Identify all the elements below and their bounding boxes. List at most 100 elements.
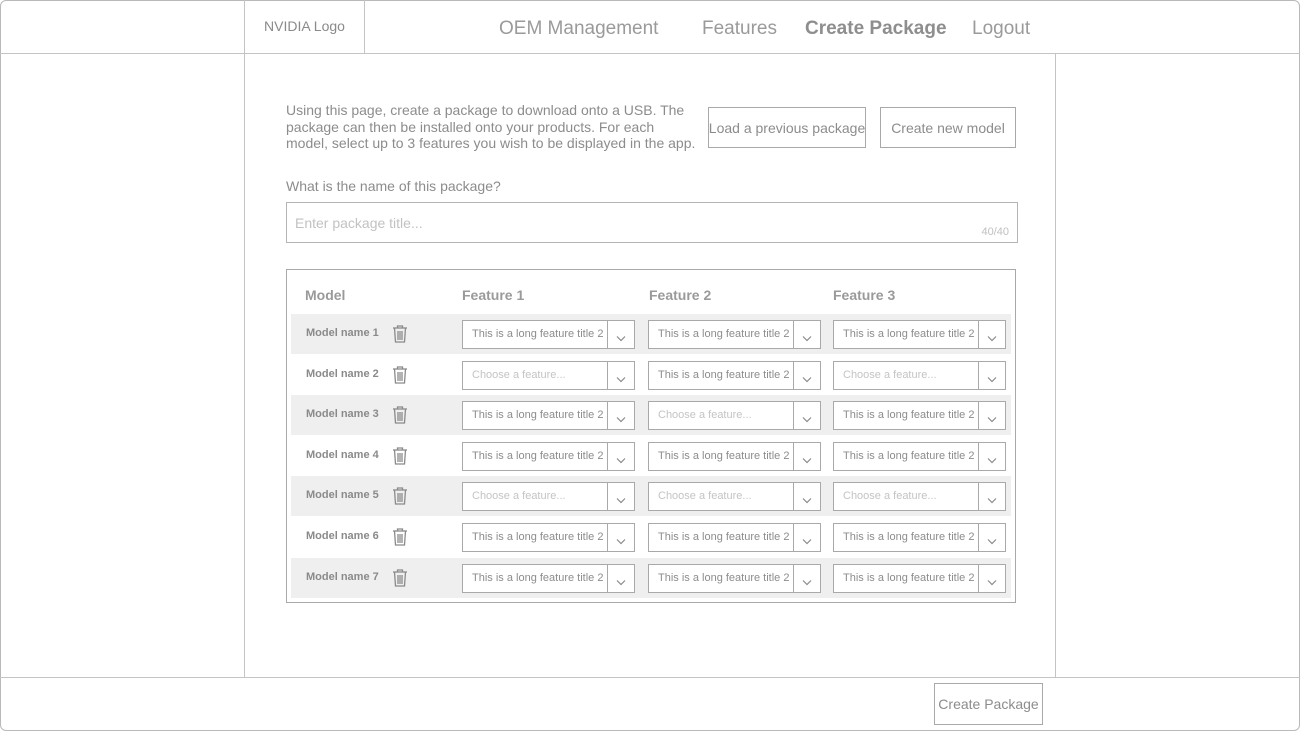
select-divider bbox=[607, 402, 608, 430]
selected-feature: Choose a feature... bbox=[843, 368, 937, 381]
create-new-model-button[interactable]: Create new model bbox=[880, 107, 1016, 148]
chevron-down-icon bbox=[986, 574, 998, 585]
table-row: Model name 1 This is a long feature title… bbox=[291, 314, 1011, 354]
trash-icon[interactable] bbox=[389, 364, 411, 386]
chevron-down-icon bbox=[986, 533, 998, 545]
select-divider bbox=[793, 483, 794, 511]
feature-3-select[interactable]: Choose a feature... bbox=[833, 360, 1006, 390]
trash-icon[interactable] bbox=[389, 323, 411, 345]
feature-2-select[interactable]: Choose a feature... bbox=[648, 482, 821, 512]
chevron-down-icon bbox=[801, 452, 813, 464]
select-divider bbox=[793, 361, 794, 389]
feature-1-select[interactable]: This is a long feature title 2 bbox=[462, 523, 635, 552]
model-name: Model name 2 bbox=[306, 367, 379, 380]
feature-1-select[interactable]: Choose a feature... bbox=[462, 360, 635, 390]
column-header-feature-1: Feature 1 bbox=[462, 287, 525, 303]
select-divider bbox=[978, 321, 979, 348]
selected-feature: This is a long feature title 2 bbox=[843, 449, 975, 462]
logo: NVIDIA Logo bbox=[264, 18, 345, 34]
selected-feature: This is a long feature title 2 bbox=[843, 409, 975, 422]
chevron-down-icon bbox=[986, 411, 998, 423]
chevron-down-icon bbox=[986, 452, 998, 464]
selected-feature: This is a long feature title 2 bbox=[658, 571, 790, 584]
feature-1-select[interactable]: This is a long feature title 2 bbox=[462, 320, 635, 349]
logo-divider bbox=[364, 0, 365, 53]
select-divider bbox=[978, 564, 979, 592]
char-counter: 40/40 bbox=[981, 226, 1009, 238]
feature-3-select[interactable]: Choose a feature... bbox=[833, 482, 1006, 512]
chevron-down-icon bbox=[615, 533, 627, 545]
feature-1-select[interactable]: This is a long feature title 2 bbox=[462, 401, 635, 431]
feature-2-select[interactable]: This is a long feature title 2 bbox=[648, 360, 821, 390]
trash-icon[interactable] bbox=[389, 404, 411, 426]
chevron-down-icon bbox=[986, 492, 998, 504]
feature-3-select[interactable]: This is a long feature title 2 bbox=[833, 320, 1006, 349]
feature-3-select[interactable]: This is a long feature title 2 bbox=[833, 563, 1006, 593]
feature-3-select[interactable]: This is a long feature title 2 bbox=[833, 401, 1006, 431]
trash-icon[interactable] bbox=[389, 526, 411, 548]
model-name: Model name 7 bbox=[306, 570, 379, 583]
footer-divider bbox=[0, 677, 1300, 678]
trash-icon[interactable] bbox=[389, 485, 411, 507]
package-title-input[interactable] bbox=[287, 203, 975, 242]
table-row: Model name 7 This is a long feature title… bbox=[291, 557, 1011, 598]
chevron-down-icon bbox=[615, 371, 627, 382]
feature-3-select[interactable]: This is a long feature title 2 bbox=[833, 523, 1006, 552]
trash-icon[interactable] bbox=[389, 445, 411, 467]
intro-text: Using this page, create a package to dow… bbox=[286, 102, 696, 151]
selected-feature: This is a long feature title 2 bbox=[658, 531, 790, 543]
selected-feature: Choose a feature... bbox=[658, 490, 752, 503]
chevron-down-icon bbox=[801, 492, 813, 504]
table-row: Model name 6 This is a long feature title… bbox=[291, 517, 1011, 557]
chevron-down-icon bbox=[801, 533, 813, 545]
feature-3-select[interactable]: This is a long feature title 2 bbox=[833, 441, 1006, 471]
select-divider bbox=[607, 361, 608, 389]
selected-feature: This is a long feature title 2 bbox=[843, 531, 975, 543]
create-package-button[interactable]: Create Package bbox=[934, 683, 1043, 725]
select-divider bbox=[793, 402, 794, 430]
select-divider bbox=[607, 524, 608, 551]
feature-2-select[interactable]: Choose a feature... bbox=[648, 401, 821, 431]
feature-2-select[interactable]: This is a long feature title 2 bbox=[648, 523, 821, 552]
feature-1-select[interactable]: This is a long feature title 2 bbox=[462, 441, 635, 471]
selected-feature: This is a long feature title 2 bbox=[658, 368, 790, 381]
select-divider bbox=[793, 442, 794, 470]
model-name: Model name 5 bbox=[306, 489, 379, 502]
select-divider bbox=[978, 402, 979, 430]
nav-create-package[interactable]: Create Package bbox=[805, 18, 947, 40]
package-name-label: What is the name of this package? bbox=[286, 178, 501, 194]
chevron-down-icon bbox=[615, 492, 627, 504]
feature-2-select[interactable]: This is a long feature title 2 bbox=[648, 441, 821, 471]
select-divider bbox=[978, 483, 979, 511]
feature-2-select[interactable]: This is a long feature title 2 bbox=[648, 320, 821, 349]
select-divider bbox=[607, 564, 608, 592]
load-previous-package-button[interactable]: Load a previous package bbox=[708, 107, 866, 148]
column-header-feature-2: Feature 2 bbox=[649, 287, 712, 303]
feature-1-select[interactable]: This is a long feature title 2 bbox=[462, 563, 635, 593]
select-divider bbox=[607, 321, 608, 348]
selected-feature: This is a long feature title 2 bbox=[472, 409, 604, 422]
selected-feature: Choose a feature... bbox=[843, 490, 937, 503]
select-divider bbox=[793, 321, 794, 348]
feature-2-select[interactable]: This is a long feature title 2 bbox=[648, 563, 821, 593]
trash-icon[interactable] bbox=[389, 567, 411, 589]
nav-logout[interactable]: Logout bbox=[972, 18, 1030, 40]
chevron-down-icon bbox=[801, 411, 813, 423]
content-left-border bbox=[244, 0, 245, 677]
selected-feature: This is a long feature title 2 bbox=[472, 571, 604, 584]
selected-feature: Choose a feature... bbox=[472, 490, 566, 503]
feature-1-select[interactable]: Choose a feature... bbox=[462, 482, 635, 512]
nav-oem-management[interactable]: OEM Management bbox=[499, 18, 658, 40]
selected-feature: This is a long feature title 2 bbox=[472, 328, 604, 340]
model-name: Model name 3 bbox=[306, 408, 379, 421]
selected-feature: This is a long feature title 2 bbox=[658, 328, 790, 340]
models-table: Model Feature 1 Feature 2 Feature 3 Mode… bbox=[286, 269, 1016, 603]
table-row: Model name 5 Choose a feature... Choose a … bbox=[291, 476, 1011, 517]
select-divider bbox=[607, 483, 608, 511]
chevron-down-icon bbox=[615, 330, 627, 342]
selected-feature: Choose a feature... bbox=[658, 409, 752, 422]
model-name: Model name 6 bbox=[306, 530, 379, 542]
nav-features[interactable]: Features bbox=[702, 18, 777, 40]
table-row: Model name 4 This is a long feature title… bbox=[291, 436, 1011, 476]
select-divider bbox=[978, 442, 979, 470]
